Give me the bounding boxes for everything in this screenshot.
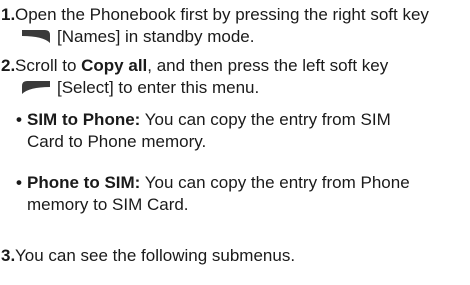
step-number: 3. bbox=[1, 246, 16, 265]
step-1-text-after: [Names] in standby mode. bbox=[57, 27, 255, 46]
bullet-term: Phone to SIM: bbox=[27, 173, 141, 192]
bullet-marker: • bbox=[16, 173, 22, 192]
step-3-text-content: You can see the following submenus. bbox=[15, 246, 296, 265]
step-2-text-after: [Select] to enter this menu. bbox=[57, 78, 260, 97]
copy-all-term: Copy all bbox=[81, 56, 148, 75]
bullet-line1: You can copy the entry from Phone bbox=[140, 173, 410, 192]
bullet-line2: memory to SIM Card. bbox=[27, 195, 189, 214]
right-soft-key-icon bbox=[21, 27, 51, 45]
step-1-text: Open the Phonebook first by pressing the… bbox=[15, 4, 470, 48]
step-2-text: Scroll to Copy all, and then press the l… bbox=[15, 55, 470, 99]
step-number: 2. bbox=[1, 56, 16, 75]
step-2-text-before: Scroll to bbox=[15, 56, 82, 75]
bullet-term: SIM to Phone: bbox=[27, 110, 141, 129]
step-number: 1. bbox=[1, 5, 16, 24]
step-3-text: You can see the following submenus. bbox=[15, 245, 470, 267]
bullet-phone-to-sim-text: Phone to SIM: You can copy the entry fro… bbox=[27, 172, 470, 216]
step-2-text-middle: , and then press the left soft key bbox=[147, 56, 389, 75]
bullet-line1: You can copy the entry from SIM bbox=[140, 110, 391, 129]
step-1-key-line: [Names] in standby mode. bbox=[15, 27, 254, 46]
step-1-text-before: Open the Phonebook first by pressing the… bbox=[15, 5, 429, 24]
bullet-line2: Card to Phone memory. bbox=[27, 132, 207, 151]
step-2-key-line: [Select] to enter this menu. bbox=[15, 78, 259, 97]
bullet-marker: • bbox=[16, 110, 22, 129]
bullet-sim-to-phone-text: SIM to Phone: You can copy the entry fro… bbox=[27, 109, 470, 153]
manual-page: 1. Open the Phonebook first by pressing … bbox=[0, 0, 470, 285]
left-soft-key-icon bbox=[21, 78, 51, 96]
